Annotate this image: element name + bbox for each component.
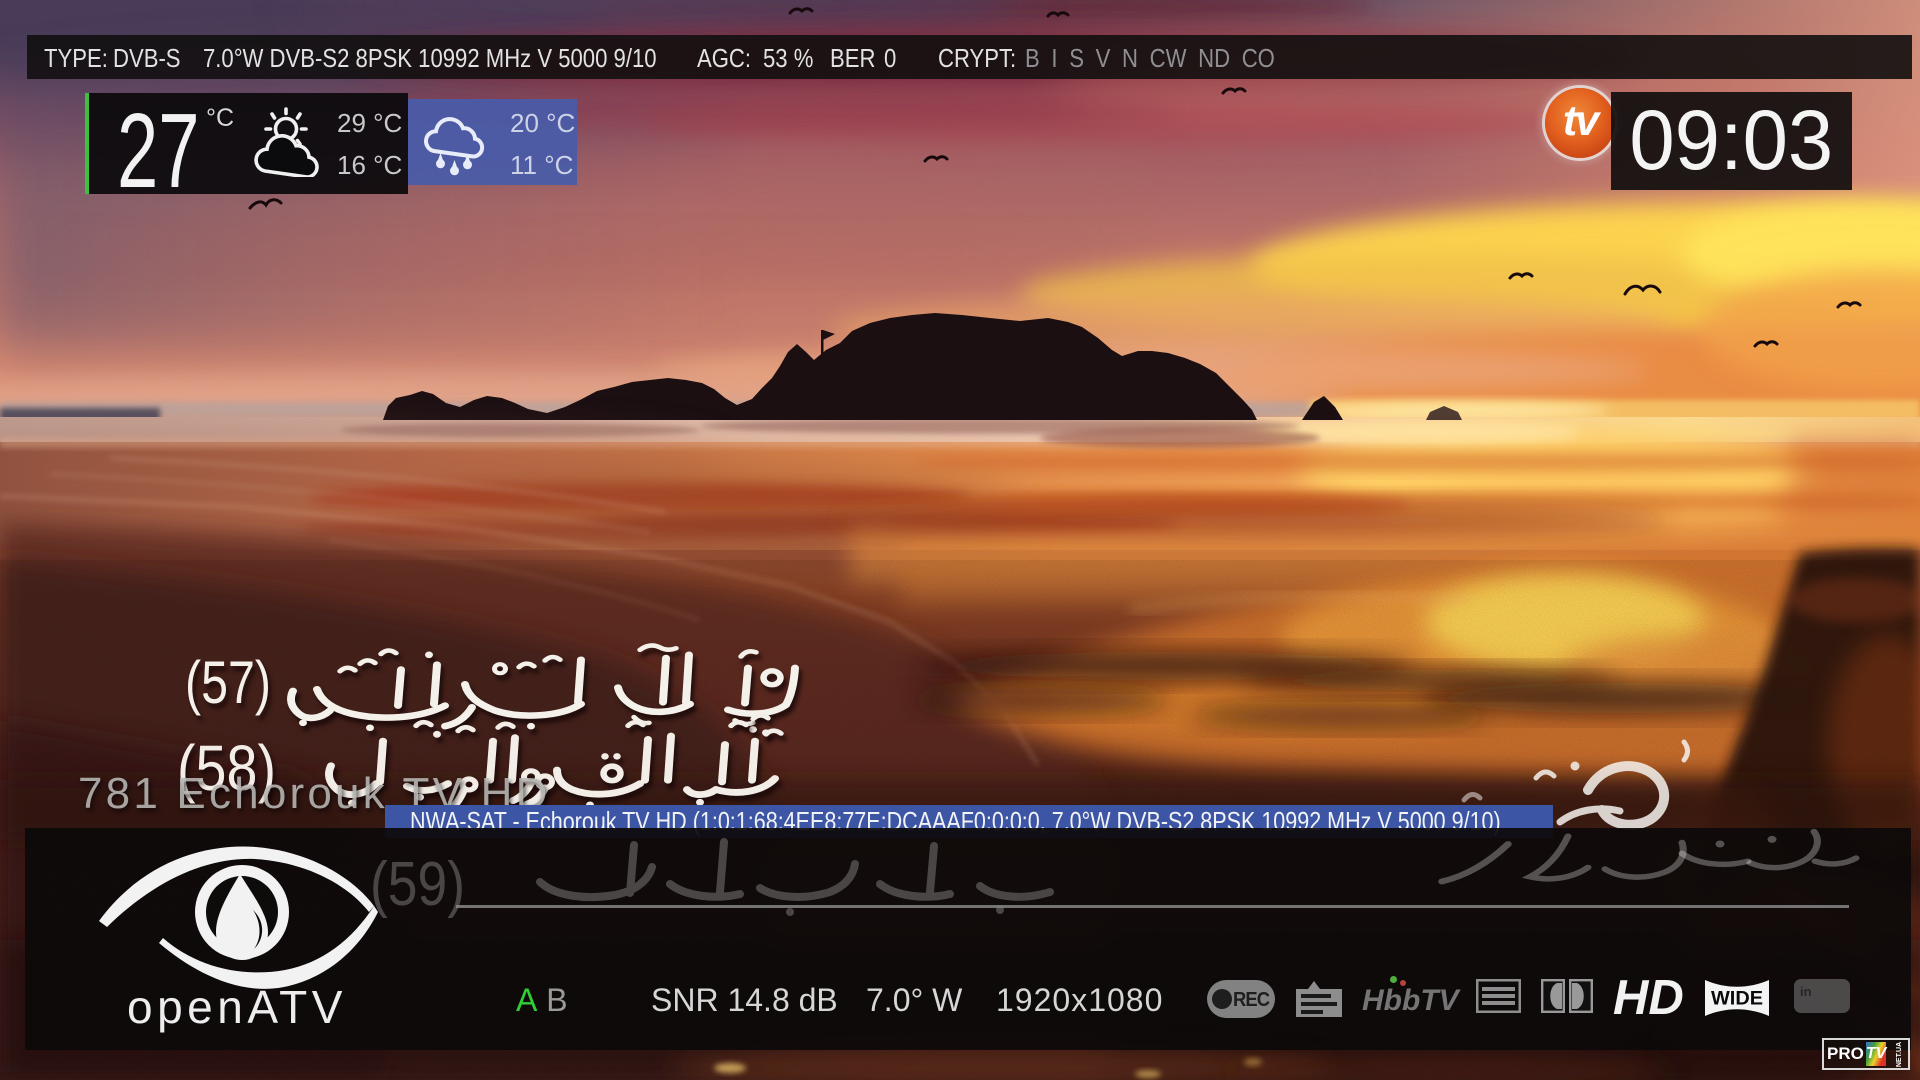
svg-text:WIDE: WIDE: [1711, 989, 1763, 1010]
